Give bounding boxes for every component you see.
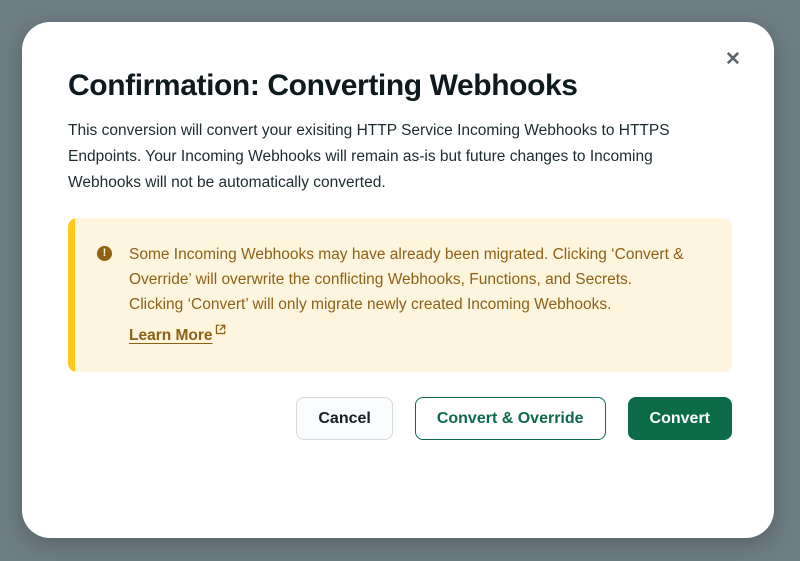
- confirmation-dialog: ✕ Confirmation: Converting Webhooks This…: [22, 22, 774, 538]
- close-icon[interactable]: ✕: [718, 44, 748, 74]
- cancel-button[interactable]: Cancel: [296, 397, 392, 440]
- callout-message: Some Incoming Webhooks may have already …: [129, 246, 684, 313]
- callout-text: Some Incoming Webhooks may have already …: [129, 242, 689, 348]
- callout-content: ! Some Incoming Webhooks may have alread…: [75, 218, 732, 372]
- callout-accent-bar: [68, 218, 75, 372]
- external-link-icon: [215, 318, 226, 343]
- learn-more-link[interactable]: Learn More: [129, 327, 213, 344]
- warning-exclamation-icon: !: [97, 246, 112, 261]
- dialog-body-text: This conversion will convert your exisit…: [68, 118, 724, 196]
- learn-more-label: Learn More: [129, 327, 213, 344]
- dialog-action-buttons: Cancel Convert & Override Convert: [296, 397, 732, 440]
- warning-callout: ! Some Incoming Webhooks may have alread…: [68, 218, 732, 372]
- page-title: Confirmation: Converting Webhooks: [68, 69, 578, 103]
- convert-override-button[interactable]: Convert & Override: [415, 397, 606, 440]
- convert-button[interactable]: Convert: [628, 397, 732, 440]
